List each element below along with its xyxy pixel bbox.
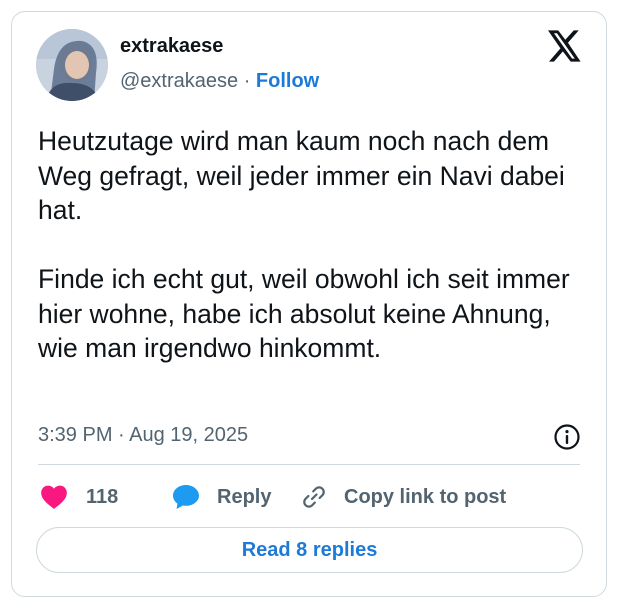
heart-icon: [40, 484, 68, 510]
divider: [38, 464, 580, 465]
copy-link-button[interactable]: Copy link to post: [300, 482, 506, 512]
follow-button[interactable]: Follow: [256, 70, 319, 92]
user-handle[interactable]: @extrakaese: [120, 70, 238, 92]
x-logo-icon[interactable]: [548, 30, 582, 62]
action-bar: 118 Reply Copy link to post: [38, 482, 578, 512]
avatar-image: [36, 29, 108, 101]
tweet-card: extrakaese @extrakaese · Follow Heutzuta…: [11, 11, 607, 597]
avatar[interactable]: [36, 29, 108, 101]
timestamp[interactable]: 3:39 PM · Aug 19, 2025: [38, 424, 248, 447]
speech-bubble-icon: [171, 483, 201, 511]
tweet-paragraph: Finde ich echt gut, weil obwohl ich seit…: [38, 264, 570, 363]
read-replies-button[interactable]: Read 8 replies: [36, 527, 583, 573]
read-replies-label: Read 8 replies: [241, 538, 378, 561]
copy-link-label: Copy link to post: [344, 485, 507, 508]
link-icon: [300, 483, 328, 511]
handle-row: @extrakaese · Follow: [120, 70, 319, 93]
tweet-paragraph: Heutzutage wird man kaum noch nach dem W…: [38, 126, 565, 225]
display-name[interactable]: extrakaese: [120, 35, 223, 58]
reply-button[interactable]: Reply: [171, 482, 271, 512]
info-icon[interactable]: [553, 423, 581, 451]
separator: ·: [238, 70, 256, 92]
like-button[interactable]: 118: [40, 482, 118, 512]
tweet-text: Heutzutage wird man kaum noch nach dem W…: [38, 124, 578, 366]
like-count: 118: [86, 485, 119, 508]
reply-label: Reply: [217, 485, 272, 508]
